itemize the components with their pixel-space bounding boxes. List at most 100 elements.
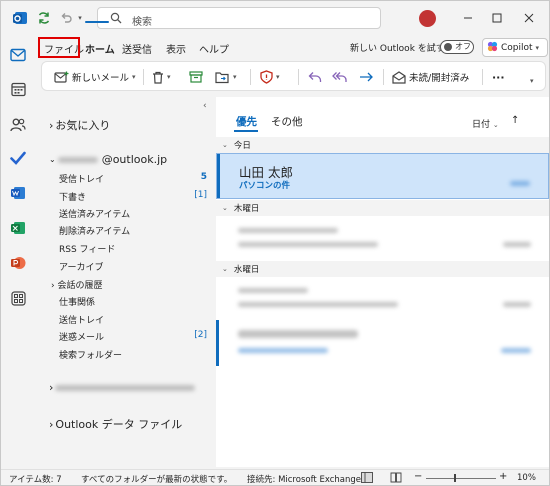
avatar[interactable] <box>419 10 436 27</box>
ribbon-divider <box>298 69 299 85</box>
selection-bar <box>217 154 220 198</box>
favorites-header[interactable]: › お気に入り <box>49 117 110 133</box>
group-header-thursday[interactable]: ⌄ 木曜日 <box>216 200 549 216</box>
forward-button[interactable] <box>359 68 374 86</box>
new-mail-button[interactable]: 新しいメール ▾ <box>54 68 136 86</box>
report-button[interactable]: ▾ <box>260 68 280 86</box>
search-box[interactable]: 検索 <box>97 7 381 29</box>
chevron-down-icon: ▾ <box>167 73 171 81</box>
copilot-icon <box>487 41 498 55</box>
reading-view-icon[interactable] <box>390 472 402 485</box>
folder-work[interactable]: 仕事関係 <box>59 295 95 308</box>
maximize-button[interactable] <box>487 9 507 27</box>
reply-icon <box>308 72 322 82</box>
archive-button[interactable] <box>189 68 203 86</box>
folder-deleted[interactable]: 削除済みアイテム <box>59 224 130 237</box>
ribbon-divider <box>383 69 384 85</box>
envelope-open-icon <box>392 70 406 84</box>
reply-button[interactable] <box>308 68 322 86</box>
folder-sent[interactable]: 送信済みアイテム <box>59 207 130 220</box>
folder-search[interactable]: 検索フォルダー <box>59 348 122 361</box>
zoom-slider[interactable] <box>426 478 496 479</box>
word-icon[interactable] <box>8 183 28 203</box>
delete-button[interactable]: ▾ <box>152 68 171 86</box>
chevron-down-icon: ▾ <box>535 43 540 52</box>
group-header-wednesday[interactable]: ⌄ 水曜日 <box>216 261 549 277</box>
folder-drafts[interactable]: 下書き <box>59 190 86 203</box>
blurred-subject <box>238 302 398 307</box>
tab-send-receive[interactable]: 送受信 <box>122 41 152 56</box>
tab-help[interactable]: ヘルプ <box>199 41 229 56</box>
zoom-slider-thumb[interactable] <box>454 474 456 482</box>
list-item[interactable] <box>216 217 549 263</box>
chevron-down-icon: ⌄ <box>222 265 228 273</box>
tab-home[interactable]: ホーム <box>85 41 115 56</box>
blurred-sender <box>238 330 358 338</box>
people-icon[interactable] <box>8 114 28 134</box>
data-file-header[interactable]: › Outlook データ ファイル <box>49 416 182 432</box>
blurred-subject <box>238 348 328 353</box>
calendar-icon[interactable] <box>8 79 28 99</box>
mail-icon[interactable] <box>8 45 28 65</box>
copilot-button[interactable]: Copilot ▾ <box>482 38 548 57</box>
data-file-label: Outlook データ ファイル <box>55 418 183 431</box>
trash-icon <box>153 71 163 84</box>
second-account-header[interactable]: › <box>49 381 196 394</box>
folder-rss[interactable]: RSS フィード <box>59 242 115 255</box>
ribbon-divider <box>143 69 144 85</box>
undo-icon[interactable] <box>56 8 76 28</box>
list-item[interactable] <box>216 279 549 319</box>
account-name-blurred <box>57 156 98 163</box>
minimize-button[interactable] <box>458 9 478 27</box>
outlook-logo-icon <box>10 8 30 28</box>
zoom-in-button[interactable]: + <box>499 471 507 482</box>
more-options-button[interactable]: ··· <box>492 68 505 86</box>
normal-view-icon[interactable] <box>361 472 373 485</box>
connection-status: 接続先: Microsoft Exchange <box>247 475 361 485</box>
chevron-down-icon: ⌄ <box>222 141 228 149</box>
unread-bar <box>216 320 219 366</box>
todo-icon[interactable] <box>8 148 28 168</box>
sort-dropdown[interactable]: 日付 ⌄ <box>472 117 499 130</box>
reply-all-button[interactable] <box>332 68 347 86</box>
group-thursday-label: 木曜日 <box>233 204 260 214</box>
collapse-pane-icon[interactable]: ‹ <box>203 101 207 111</box>
folder-inbox[interactable]: 受信トレイ <box>59 172 104 185</box>
more-apps-icon[interactable] <box>8 288 28 308</box>
unread-read-button[interactable]: 未読/開封済み <box>392 68 469 86</box>
folder-junk[interactable]: 迷惑メール <box>59 330 104 343</box>
new-mail-icon <box>54 71 69 83</box>
file-tab-highlight <box>38 37 80 58</box>
ribbon-divider <box>250 69 251 85</box>
folder-conversation-history[interactable]: › 会話の履歴 <box>51 278 103 291</box>
tab-other[interactable]: その他 <box>271 114 303 129</box>
chevron-down-icon: ▾ <box>276 73 280 81</box>
try-new-outlook-label: 新しい Outlook を試す <box>350 44 445 54</box>
tab-focused[interactable]: 優先 <box>236 114 257 129</box>
zoom-out-button[interactable]: − <box>414 471 422 482</box>
list-item-selected[interactable]: 山田 太郎 パソコンの件 <box>216 153 549 199</box>
undo-dropdown-icon[interactable]: ▾ <box>74 8 86 28</box>
folder-outbox[interactable]: 送信トレイ <box>59 313 104 326</box>
move-button[interactable]: ▾ <box>215 68 237 86</box>
app-rail <box>1 35 35 469</box>
list-item-unread[interactable] <box>216 320 549 366</box>
new-outlook-toggle[interactable]: オフ <box>440 40 474 54</box>
tab-view[interactable]: 表示 <box>166 41 186 56</box>
excel-icon[interactable] <box>8 218 28 238</box>
search-placeholder: 検索 <box>132 17 152 28</box>
inbox-count: 5 <box>200 172 207 182</box>
reply-all-icon <box>332 72 347 82</box>
sync-icon[interactable] <box>34 8 54 28</box>
chevron-down-icon: ▾ <box>132 73 136 81</box>
blurred-sender <box>238 228 338 233</box>
close-button[interactable] <box>519 9 539 27</box>
forward-arrow-icon <box>360 72 373 82</box>
powerpoint-icon[interactable] <box>8 253 28 273</box>
sort-direction-icon[interactable]: ↑ <box>511 115 519 126</box>
group-header-today[interactable]: ⌄ 今日 <box>216 137 549 153</box>
ribbon-expand-icon[interactable]: ▾ <box>530 72 534 90</box>
folder-archive[interactable]: アーカイブ <box>59 260 103 273</box>
account-header[interactable]: ⌄ @outlook.jp <box>49 153 167 166</box>
blurred-time <box>501 348 531 353</box>
